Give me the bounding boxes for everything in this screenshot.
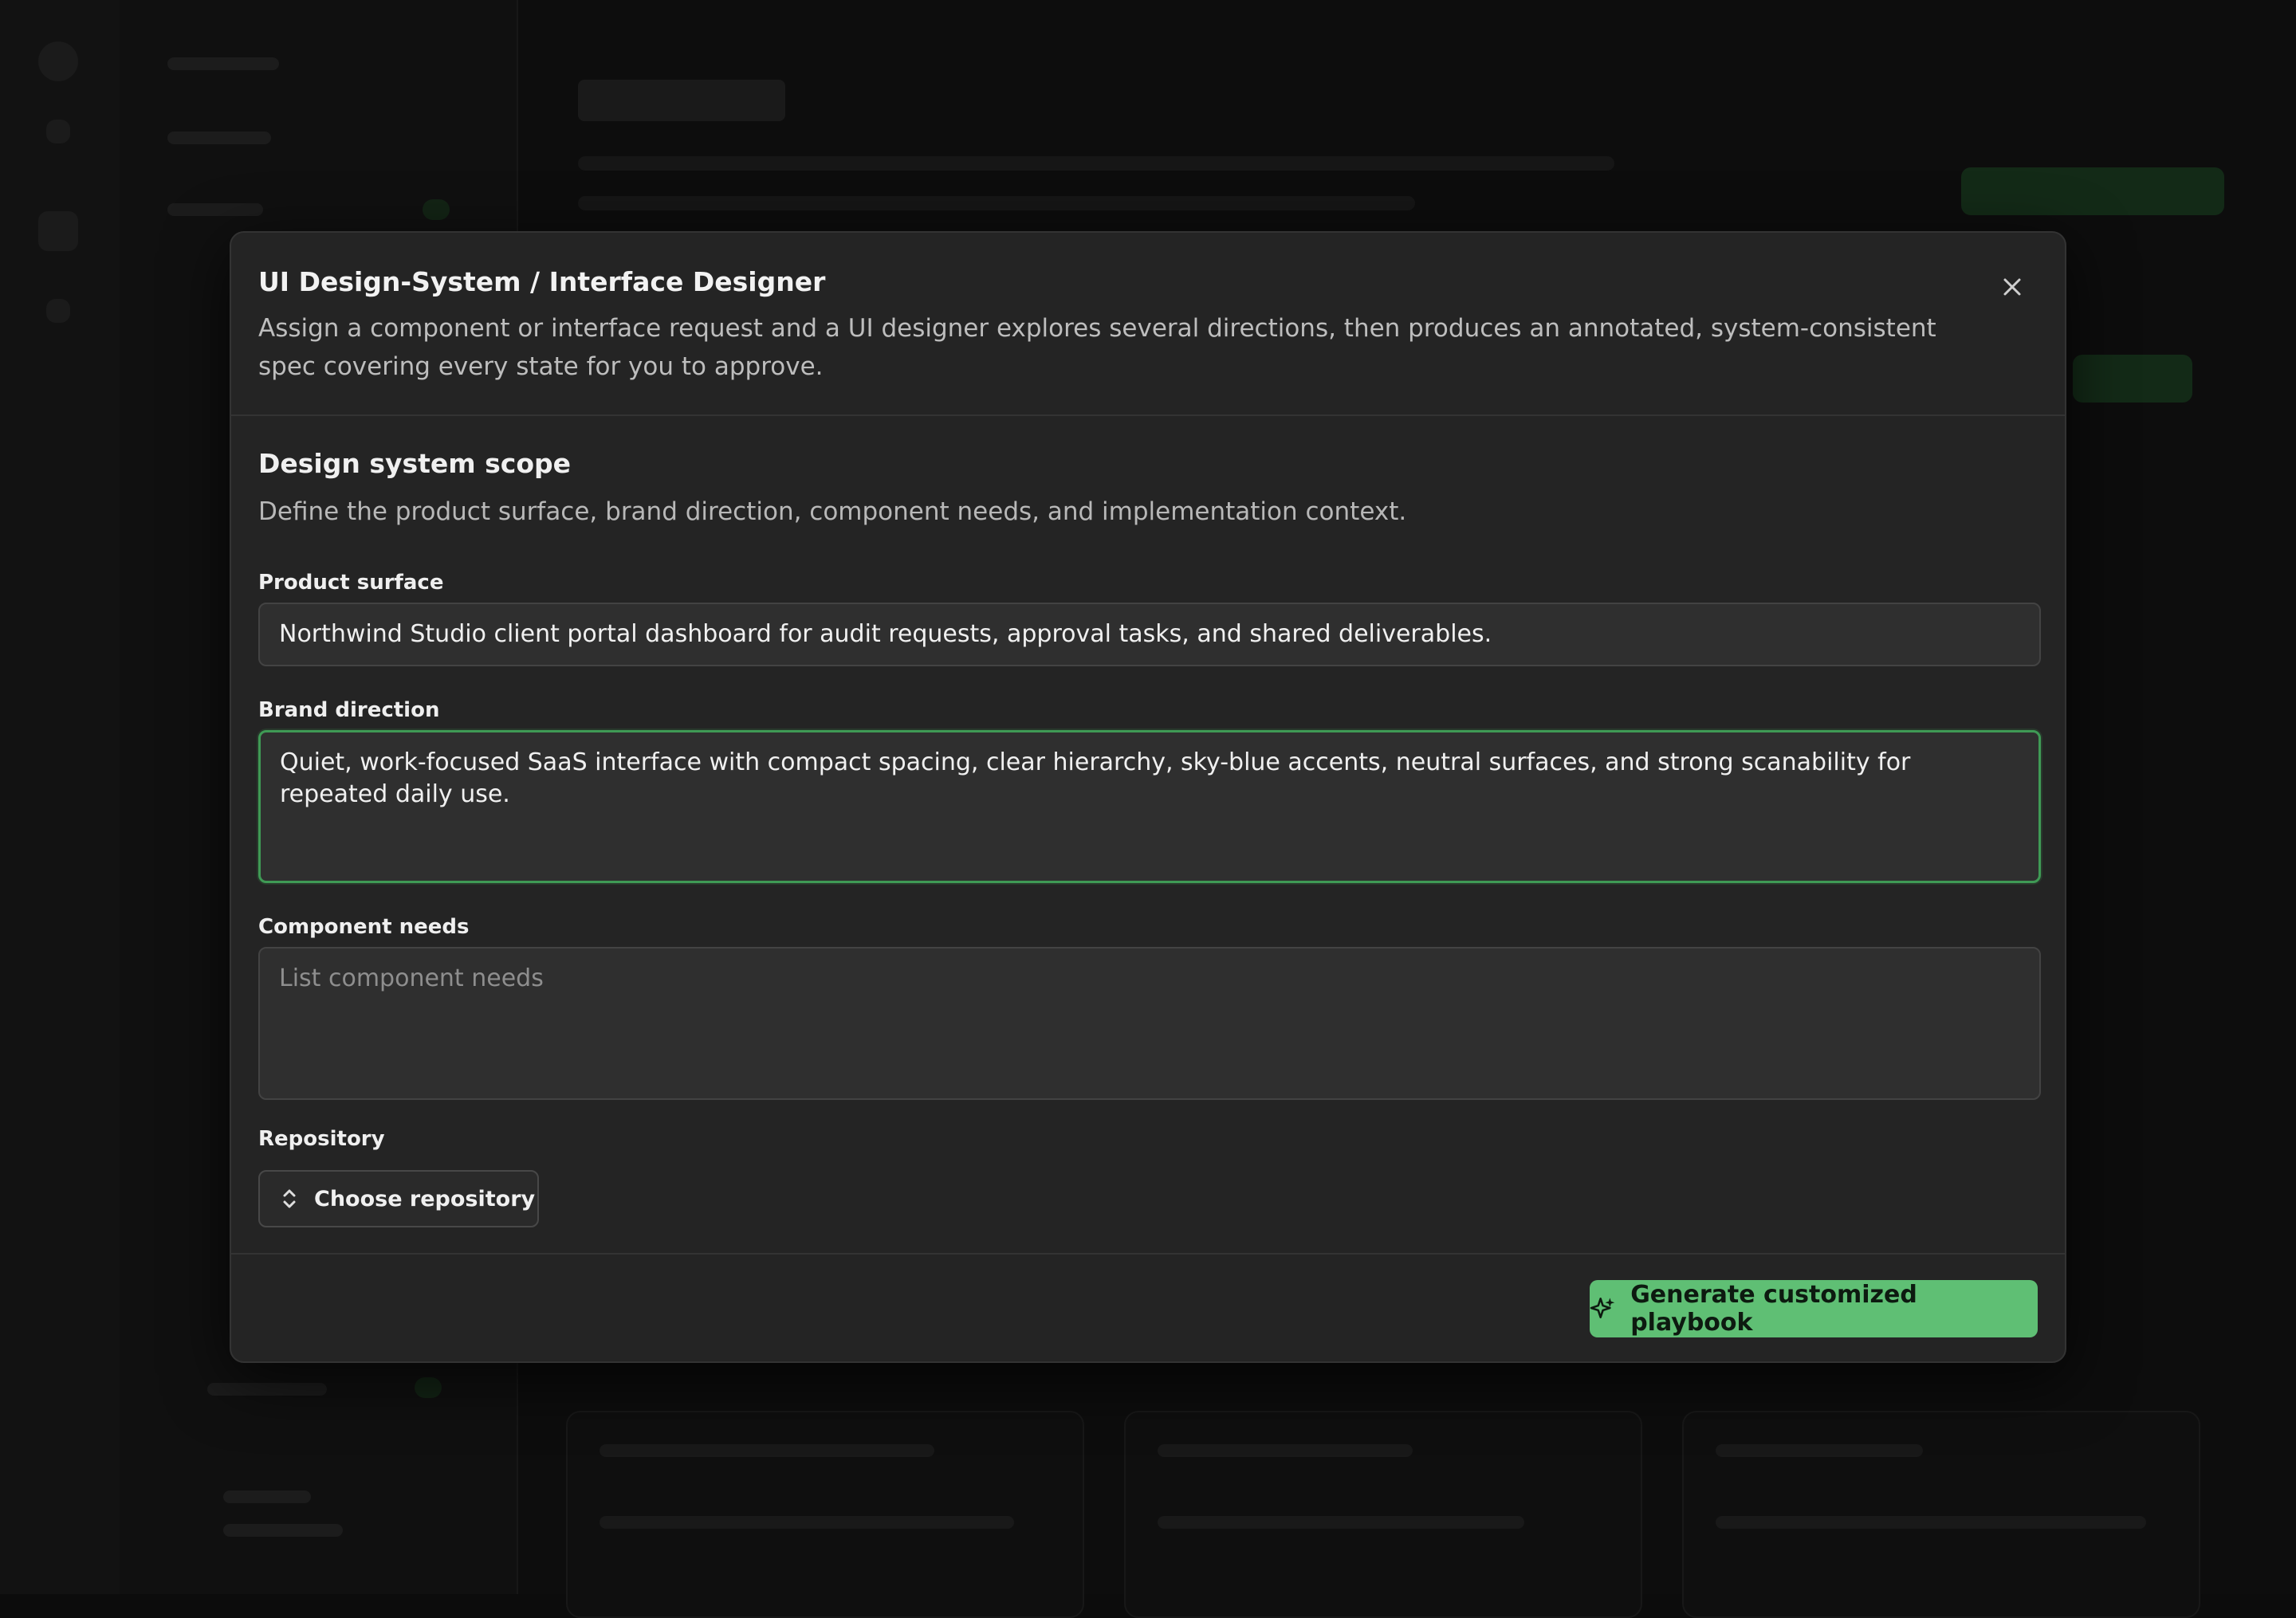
close-button[interactable] — [1987, 261, 2038, 312]
component-needs-label: Component needs — [258, 915, 470, 939]
brand-direction-label: Brand direction — [258, 698, 440, 722]
background-sidebar-badge — [423, 199, 450, 220]
component-needs-textarea[interactable] — [258, 947, 2041, 1100]
background-sidebar-line — [223, 1490, 311, 1503]
section-description: Define the product surface, brand direct… — [258, 497, 1407, 526]
product-surface-label: Product surface — [258, 571, 444, 595]
background-subtitle-line — [578, 156, 1614, 171]
background-rail-icon — [38, 211, 78, 251]
background-secondary-button — [2073, 355, 2192, 403]
modal-description: Assign a component or interface request … — [258, 314, 1936, 381]
background-sidebar-line — [207, 1383, 327, 1396]
background-card-line — [600, 1444, 934, 1457]
product-surface-input[interactable]: Northwind Studio client portal dashboard… — [258, 603, 2041, 666]
background-sidebar-line — [167, 203, 263, 216]
brand-direction-textarea[interactable] — [258, 730, 2041, 883]
generate-playbook-label: Generate customized playbook — [1630, 1281, 1917, 1337]
section-title: Design system scope — [258, 448, 572, 479]
background-icon-rail — [0, 0, 120, 1594]
modal-header: UI Design-System / Interface Designer As… — [231, 233, 2065, 416]
modal-footer: Generate customized playbook — [231, 1253, 2065, 1361]
close-icon — [2003, 278, 2021, 296]
background-sidebar-badge — [415, 1377, 442, 1398]
sparkle-icon — [1590, 1298, 1615, 1319]
background-card-line — [1716, 1516, 2146, 1529]
background-sidebar-line — [167, 57, 279, 70]
background-sidebar-line — [167, 132, 271, 144]
background-sidebar-line — [223, 1524, 343, 1537]
background-card-line — [1158, 1444, 1413, 1457]
choose-repository-button[interactable]: Choose repository — [258, 1170, 539, 1227]
repository-label: Repository — [258, 1127, 385, 1151]
generate-playbook-button[interactable]: Generate customized playbook — [1590, 1280, 2038, 1337]
background-rail-icon — [46, 299, 70, 323]
choose-repository-label: Choose repository — [314, 1186, 536, 1212]
chevron-up-down-icon — [283, 1189, 296, 1208]
background-rail-icon — [46, 120, 70, 143]
background-card — [1682, 1411, 2200, 1618]
modal-title: UI Design-System / Interface Designer — [258, 266, 826, 297]
background-primary-button — [1961, 167, 2224, 215]
background-subtitle-line — [578, 196, 1415, 210]
background-card-line — [1716, 1444, 1923, 1457]
background-card — [1124, 1411, 1642, 1618]
background-card-line — [600, 1516, 1014, 1529]
background-card — [566, 1411, 1084, 1618]
background-card-line — [1158, 1516, 1524, 1529]
background-page-title — [578, 80, 785, 121]
background-logo — [38, 41, 78, 81]
playbook-modal: UI Design-System / Interface Designer As… — [230, 231, 2066, 1363]
